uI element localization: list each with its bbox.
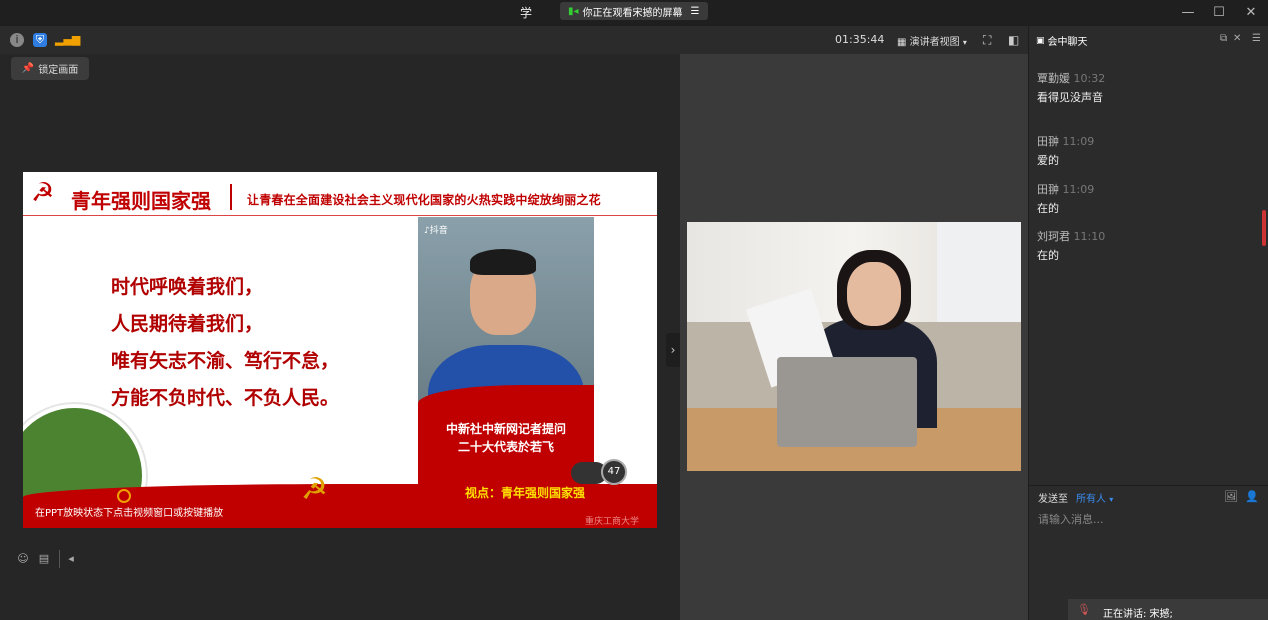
presentation-slide[interactable]: ☭ 青年强则国家强 让青春在全面建设社会主义现代化国家的火热实践中绽放绚丽之花 … <box>23 172 657 528</box>
chevron-down-icon: ▾ <box>962 38 967 47</box>
chat-message-text: 看得见没声音 <box>1037 91 1103 104</box>
sidebar-toggle-icon[interactable]: ◧ <box>1008 33 1019 47</box>
chat-scrollbar[interactable] <box>1262 210 1266 246</box>
info-icon[interactable]: i <box>10 33 24 47</box>
microphone-icon: 🎙 <box>1077 603 1091 616</box>
speaker-face <box>847 262 901 326</box>
view-mode-dropdown[interactable]: ▦ 演讲者视图 ▾ <box>897 33 967 48</box>
speaker-video[interactable] <box>687 222 1021 471</box>
party-emblem-icon: ☭ <box>31 178 55 208</box>
embedded-video[interactable]: ♪抖音 中新社中新网记者提问 二十大代表於若飞 <box>418 217 594 487</box>
image-icon[interactable]: 🖼 <box>1224 490 1238 503</box>
chat-message-text: 在的 <box>1037 202 1059 215</box>
chat-panel <box>1028 26 1268 620</box>
shield-icon[interactable]: ⛨ <box>33 33 47 47</box>
pin-icon: 📌 <box>21 63 35 74</box>
laptop <box>777 357 917 447</box>
chat-divider <box>1028 485 1268 486</box>
slide-title: 青年强则国家强 <box>71 189 211 213</box>
layout-icon: ▦ <box>897 37 907 48</box>
quote-line: 人民期待着我们， <box>111 313 264 335</box>
slide-subtitle: 让青春在全面建设社会主义现代化国家的火热实践中绽放绚丽之花 <box>247 193 601 207</box>
emoji-icon[interactable]: ☺ <box>16 552 30 566</box>
chat-message-sender: 覃勤媛 10:32 <box>1037 72 1106 85</box>
header-line <box>23 215 657 216</box>
slide-watermark: 重庆工商大学 <box>585 517 640 527</box>
mention-user-icon[interactable]: 👤 <box>1245 490 1259 503</box>
screen-share-icon: ▮◂ <box>568 5 579 17</box>
menu-icon[interactable]: ☰ <box>1252 33 1261 44</box>
title-divider <box>230 184 232 210</box>
speaking-indicator-text: 正在讲话: 宋撼; <box>1103 609 1173 620</box>
collapse-left-icon[interactable]: ◂ <box>64 552 78 566</box>
chat-message-sender: 田翀 11:09 <box>1037 183 1095 196</box>
douyin-logo: ♪抖音 <box>424 226 448 236</box>
close-icon[interactable]: ✕ <box>1243 5 1259 21</box>
chat-title: ▣ 会中聊天 <box>1036 35 1088 49</box>
chat-message-text: 爱的 <box>1037 154 1059 167</box>
chevron-down-icon: ▾ <box>1109 495 1114 504</box>
chat-message-text: 在的 <box>1037 249 1059 262</box>
signal-icon[interactable]: ▂▄▆ <box>55 33 80 47</box>
chat-bubble-icon[interactable]: ▤ <box>37 552 51 566</box>
target-icon <box>117 489 131 503</box>
send-target-dropdown[interactable]: 所有人 ▾ <box>1076 490 1113 505</box>
quote-line: 时代呼唤着我们， <box>111 276 264 298</box>
screen-share-notice: ▮◂ 你正在观看宋撼的屏幕 ☰ <box>560 2 708 20</box>
video-caption: 二十大代表於若飞 <box>457 440 554 454</box>
meeting-timer: 01:35:44 <box>835 33 885 46</box>
chat-message-sender: 刘珂君 11:10 <box>1037 230 1106 243</box>
fullscreen-icon[interactable]: ⛶ <box>983 33 991 48</box>
speed-indicator: 47 <box>601 459 627 485</box>
lock-view-button[interactable]: 📌 锁定画面 <box>11 57 89 80</box>
chat-message-sender: 田翀 11:09 <box>1037 135 1095 148</box>
maximize-icon[interactable]: ☐ <box>1211 5 1227 21</box>
tool-divider <box>59 550 60 568</box>
viewpoint-text: 视点：青年强则国家强 <box>465 486 586 500</box>
popout-icon[interactable]: ⧉ <box>1220 33 1227 44</box>
video-caption: 中新社中新网记者提问 <box>445 422 566 436</box>
quote-line: 方能不负时代、不负人民。 <box>111 387 340 409</box>
chat-message-input[interactable] <box>1036 509 1225 529</box>
left-toolbar <box>0 26 680 54</box>
send-to-label: 发送至 <box>1038 494 1068 505</box>
close-icon[interactable]: ✕ <box>1233 33 1241 44</box>
party-emblem-icon: ☭ <box>301 472 328 507</box>
ppt-hint-text: 在PPT放映状态下点击视频窗口或按键播放 <box>35 508 224 519</box>
hamburger-icon[interactable]: ☰ <box>691 6 700 17</box>
minimize-icon[interactable]: — <box>1180 5 1196 21</box>
expand-panel-handle[interactable]: › <box>666 333 680 367</box>
chat-icon: ▣ <box>1036 35 1045 46</box>
quote-line: 唯有矢志不渝、笃行不怠， <box>111 350 340 372</box>
